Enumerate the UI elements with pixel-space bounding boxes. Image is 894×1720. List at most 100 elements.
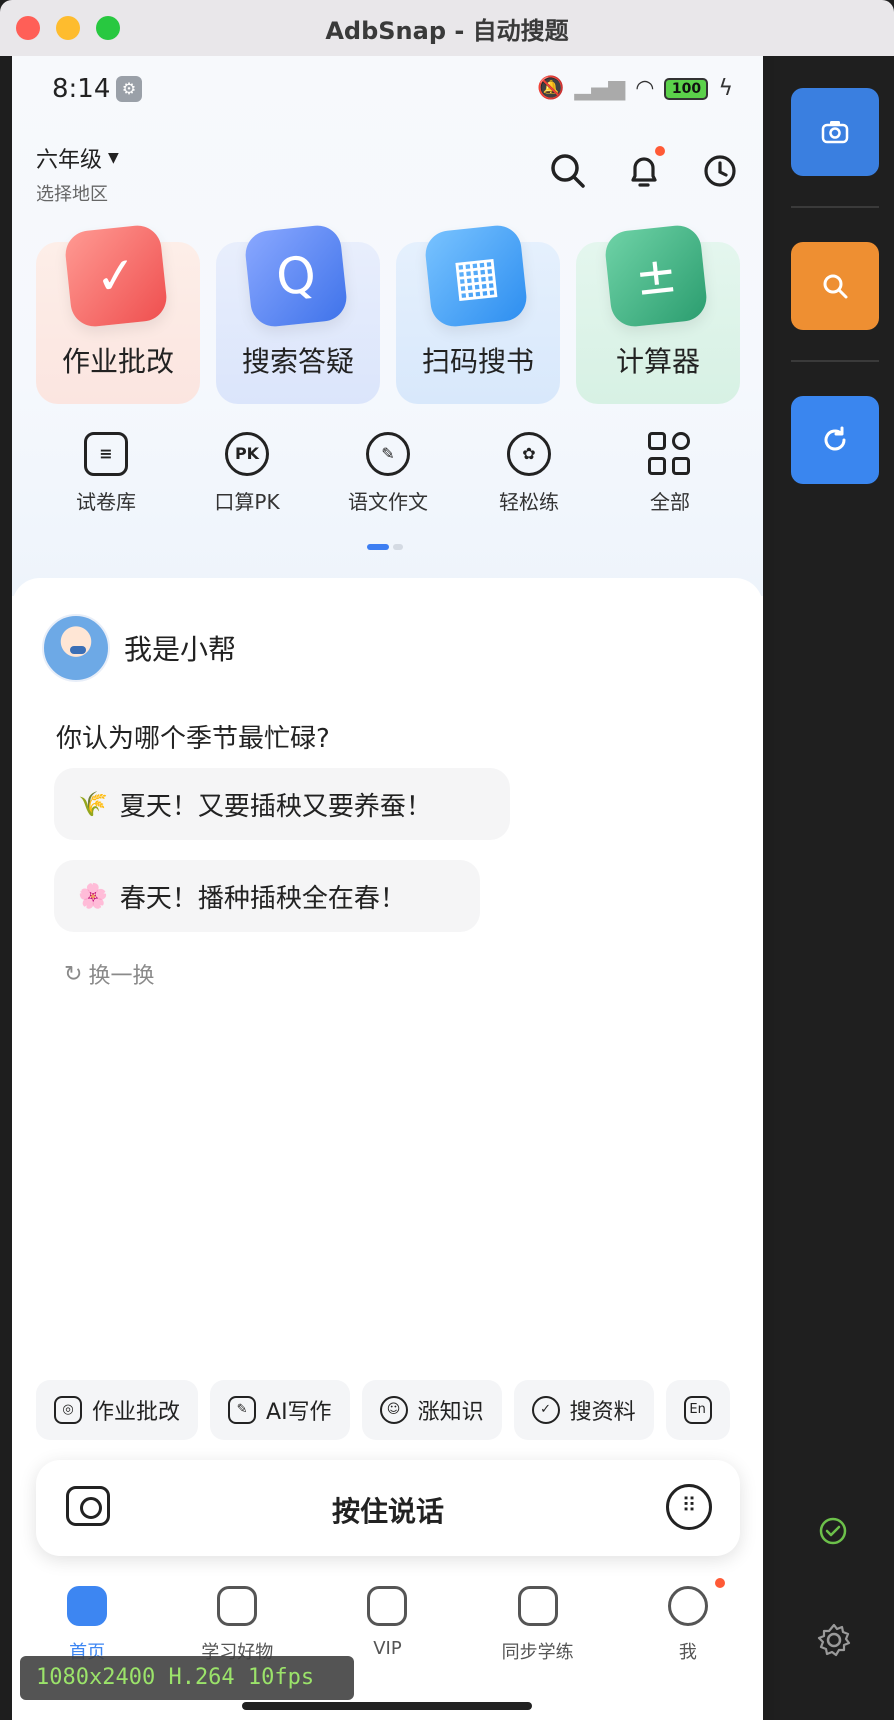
book-icon <box>517 1586 558 1626</box>
notification-dot <box>655 146 665 156</box>
tool-label: 作业批改 <box>61 345 174 378</box>
scan-icon: ▦ <box>423 223 529 329</box>
answer-option[interactable]: 🌸 春天！播种插秧全在春！ <box>54 860 480 932</box>
profile-icon <box>667 1586 708 1626</box>
tab-me[interactable]: 我 <box>623 1578 753 1720</box>
check-circle-icon: ✓ <box>531 1396 560 1424</box>
english-icon: En <box>683 1396 712 1424</box>
search-icon <box>823 274 848 299</box>
chip-search-material[interactable]: ✓ 搜资料 <box>513 1380 654 1440</box>
gear-icon[interactable] <box>816 1622 852 1658</box>
phone-screen: 8:14 ⚙ 🔕 ▂▄▆ ◠ 100 ϟ 六年级 ▼ 选择地区 ✓ 作业批改 Q… <box>12 56 763 1720</box>
home-indicator[interactable] <box>242 1702 532 1710</box>
grid-icon <box>648 432 692 476</box>
smile-icon: ☺ <box>379 1396 408 1424</box>
tool-calculator[interactable]: ± 计算器 <box>576 223 740 404</box>
charging-icon: ϟ <box>718 76 733 101</box>
caret-down-icon: ▼ <box>108 150 119 166</box>
zoom-window-button[interactable] <box>96 16 120 40</box>
keyboard-icon[interactable]: ⠿ <box>666 1484 712 1530</box>
tab-sync-practice[interactable]: 同步学练 <box>473 1578 603 1720</box>
screenshot-button[interactable] <box>791 88 879 176</box>
tool-all[interactable]: 全部 <box>600 432 740 515</box>
answer-option[interactable]: 🌾 夏天！又要插秧又要养蚕！ <box>54 768 510 840</box>
chip-label: 作业批改 <box>92 1400 181 1425</box>
grade-selector[interactable]: 六年级 ▼ 选择地区 <box>36 142 119 206</box>
tab-label: 同步学练 <box>501 1642 574 1663</box>
tool-label: 试卷库 <box>76 490 136 514</box>
bot-avatar <box>42 614 110 682</box>
divider <box>791 360 879 362</box>
tool-homework-check[interactable]: ✓ 作业批改 <box>36 223 200 404</box>
divider <box>791 206 879 208</box>
notification-dot <box>714 1578 725 1588</box>
tool-label: 搜索答疑 <box>241 345 354 378</box>
window-title: AdbSnap - 自动搜题 <box>325 16 569 45</box>
refresh-label: 换一换 <box>88 964 155 989</box>
pk-icon: PK <box>225 432 269 476</box>
quick-chips: ◎ 作业批改 ✎ AI写作 ☺ 涨知识 ✓ 搜资料 En <box>36 1380 763 1440</box>
tab-label: 我 <box>678 1642 697 1663</box>
search-question-button[interactable] <box>791 242 879 330</box>
calculator-icon: ± <box>603 223 709 329</box>
status-ok-icon <box>819 1517 847 1545</box>
page-indicator <box>367 544 403 550</box>
chip-knowledge[interactable]: ☺ 涨知识 <box>361 1380 502 1440</box>
chip-label: AI写作 <box>266 1400 332 1425</box>
chip-english[interactable]: En <box>665 1380 730 1440</box>
chip-label: 涨知识 <box>417 1400 484 1425</box>
main-tools: ✓ 作业批改 Q 搜索答疑 ▦ 扫码搜书 ± 计算器 <box>36 223 740 404</box>
candy-icon: ✿ <box>507 432 551 476</box>
region-label[interactable]: 选择地区 <box>36 180 119 206</box>
refresh-question-button[interactable]: ↻ 换一换 <box>64 958 154 990</box>
tool-label: 语文作文 <box>348 490 428 514</box>
status-bar: 8:14 ⚙ 🔕 ▂▄▆ ◠ 100 ϟ <box>12 56 763 126</box>
header-actions <box>549 146 739 190</box>
tool-label: 计算器 <box>615 345 700 378</box>
close-window-button[interactable] <box>16 16 40 40</box>
chip-homework-check[interactable]: ◎ 作业批改 <box>36 1380 199 1440</box>
magnifier-icon: Q <box>243 223 349 329</box>
wrench-icon: ⚙ <box>116 76 142 102</box>
traffic-lights <box>16 16 120 40</box>
pen-nib-icon: ✎ <box>366 432 410 476</box>
chat-panel: 我是小帮 你认为哪个季节最忙碌? 🌾 夏天！又要插秧又要养蚕！ 🌸 春天！播种插… <box>12 578 763 1478</box>
tool-label: 全部 <box>650 490 690 514</box>
camera-frame-icon: ◎ <box>54 1396 82 1424</box>
secondary-tools: ≡ 试卷库 PK 口算PK ✎ 语文作文 ✿ 轻松练 全部 <box>36 432 740 515</box>
refresh-icon: ↻ <box>64 961 83 987</box>
control-panel <box>774 56 894 1720</box>
bot-name: 我是小帮 <box>124 633 237 666</box>
answer-text: 夏天！又要插秧又要养蚕！ <box>119 791 432 822</box>
camera-icon <box>821 121 849 144</box>
chip-ai-writing[interactable]: ✎ AI写作 <box>210 1380 350 1440</box>
window-titlebar: AdbSnap - 自动搜题 <box>0 0 894 56</box>
bell-icon[interactable] <box>625 146 665 190</box>
bot-header: 我是小帮 <box>42 614 236 682</box>
hold-to-talk-button[interactable]: 按住说话 <box>36 1490 740 1530</box>
tool-mental-math-pk[interactable]: PK 口算PK <box>177 432 317 515</box>
stream-info-overlay: 1080x2400 H.264 10fps <box>20 1656 354 1700</box>
tool-label: 扫码搜书 <box>421 345 534 378</box>
home-icon <box>67 1586 108 1626</box>
history-icon[interactable] <box>701 152 739 190</box>
tool-scan-book[interactable]: ▦ 扫码搜书 <box>396 223 560 404</box>
tool-search-answer[interactable]: Q 搜索答疑 <box>216 223 380 404</box>
wheat-icon: 🌾 <box>78 790 108 818</box>
minimize-window-button[interactable] <box>56 16 80 40</box>
tool-exam-library[interactable]: ≡ 试卷库 <box>36 432 176 515</box>
grade-label: 六年级 <box>36 148 103 173</box>
bot-question: 你认为哪个季节最忙碌? <box>56 724 330 754</box>
battery-icon: 100 <box>664 77 709 100</box>
refresh-button[interactable] <box>791 396 879 484</box>
heart-bag-icon <box>217 1586 258 1626</box>
tool-chinese-essay[interactable]: ✎ 语文作文 <box>318 432 458 515</box>
check-icon: ✓ <box>63 223 169 329</box>
document-icon: ≡ <box>84 432 128 476</box>
tool-easy-practice[interactable]: ✿ 轻松练 <box>459 432 599 515</box>
pencil-icon: ✎ <box>228 1396 257 1424</box>
answer-text: 春天！播种插秧全在春！ <box>119 883 406 914</box>
mute-icon: 🔕 <box>537 76 565 101</box>
search-icon[interactable] <box>549 152 587 190</box>
mascot-icon <box>367 1586 408 1626</box>
